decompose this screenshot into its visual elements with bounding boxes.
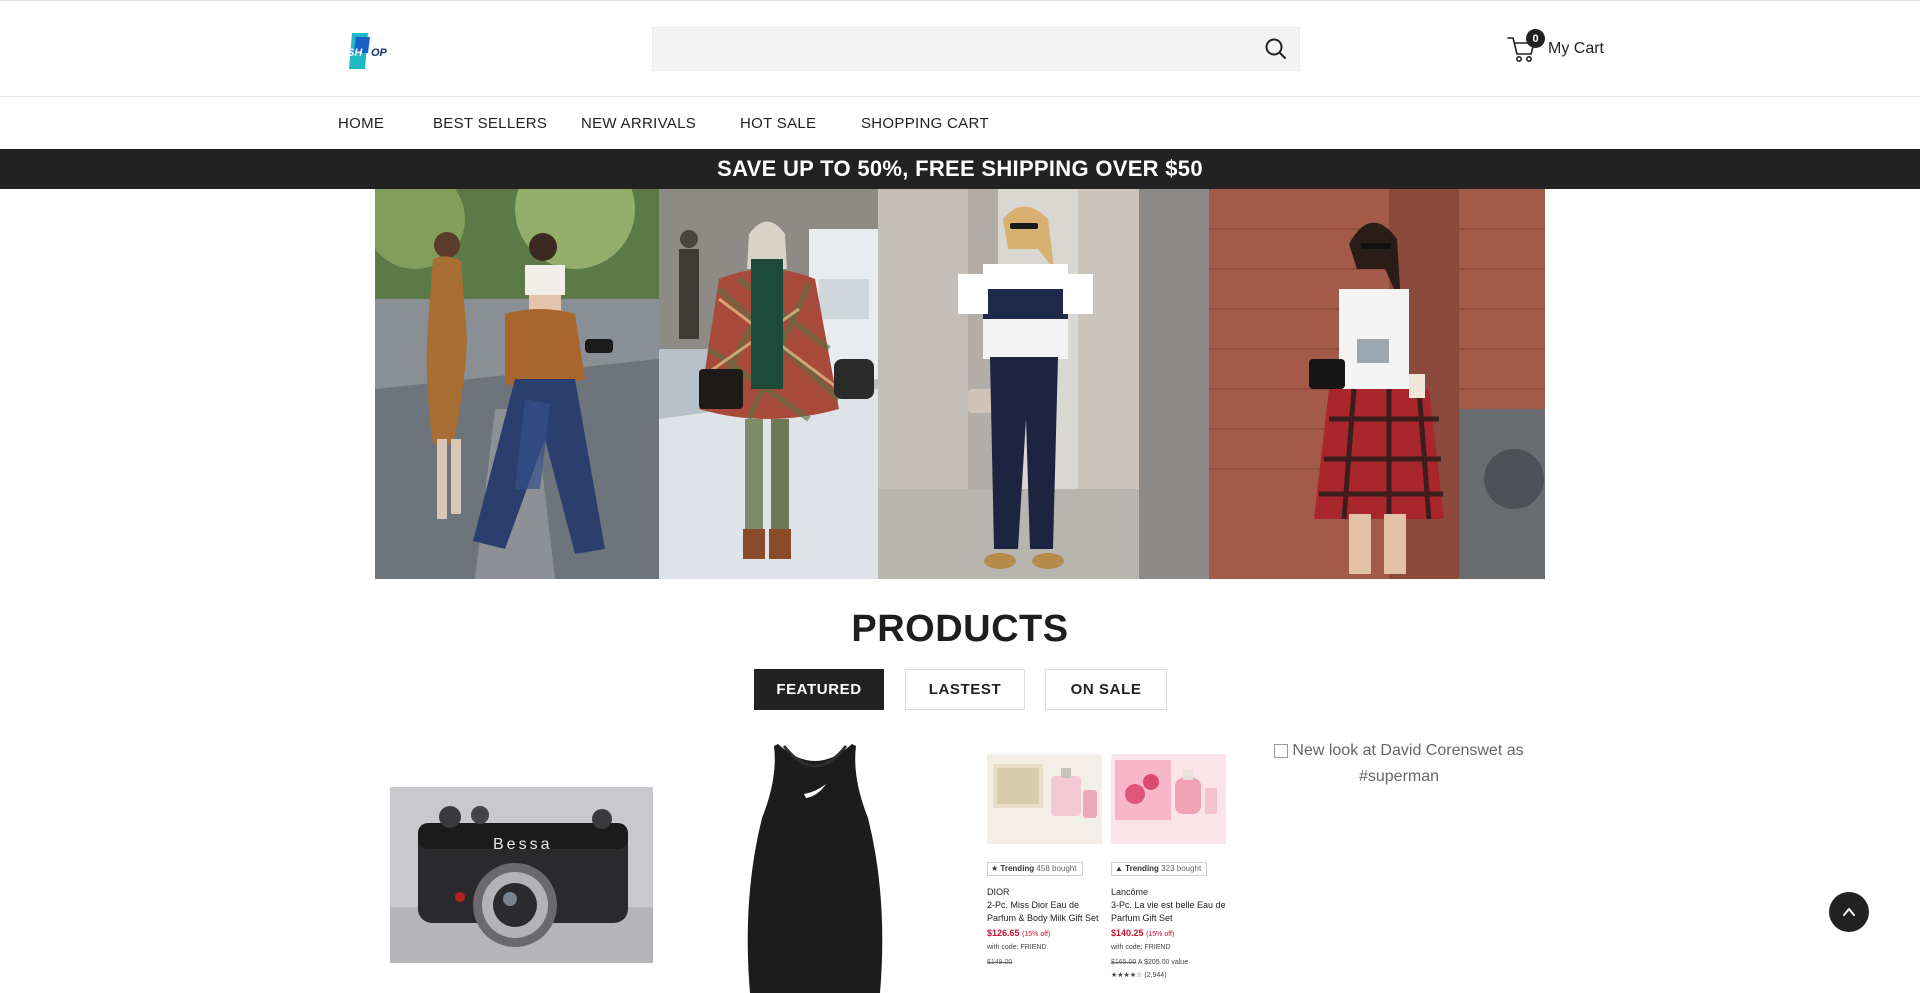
nav-home[interactable]: HOME	[338, 115, 384, 132]
hero-photo-2	[659, 189, 878, 579]
tab-lastest[interactable]: LASTEST	[905, 669, 1025, 710]
product-image-camera: Bessa	[390, 787, 653, 963]
broken-image-icon	[1274, 743, 1289, 758]
product-info-lancome: Lancôme 3-Pc. La vie est belle Eau de Pa…	[1111, 887, 1226, 979]
product-name-lancome[interactable]: 3-Pc. La vie est belle Eau de Parfum Gif…	[1111, 899, 1226, 925]
cart-label: My Cart	[1548, 40, 1604, 57]
broken-image-alt: New look at David Corenswet as #superman	[1268, 738, 1530, 790]
trending-badge-1: ★ Trending 458 bought	[987, 862, 1083, 876]
product-brand-lancome: Lancôme	[1111, 887, 1149, 897]
trending-badge-2: ▲ Trending 323 bought	[1111, 862, 1207, 876]
rating-stars-icon: ★★★★☆	[1111, 972, 1143, 979]
cart-icon: 0	[1506, 29, 1545, 65]
product-image-tank-top	[747, 744, 883, 993]
product-name-dior[interactable]: 2-Pc. Miss Dior Eau de Parfum & Body Mil…	[987, 899, 1102, 925]
site-logo[interactable]: SH OP	[346, 31, 398, 71]
trending-icon: ★	[991, 864, 999, 873]
products-title: PRODUCTS	[851, 608, 1069, 650]
hero-photo-4	[1139, 189, 1545, 579]
promo-banner: SAVE UP TO 50%, FREE SHIPPING OVER $50	[0, 149, 1920, 189]
main-nav: HOME BEST SELLERS NEW ARRIVALS HOT SALE …	[0, 98, 1920, 148]
product-image-lancome-set	[1111, 754, 1226, 844]
search-input[interactable]	[653, 28, 1243, 70]
nav-hot-sale[interactable]: HOT SALE	[740, 115, 816, 132]
product-info-dior: DIOR 2-Pc. Miss Dior Eau de Parfum & Bod…	[987, 886, 1102, 969]
search-icon	[1265, 38, 1286, 59]
tab-on-sale[interactable]: ON SALE	[1045, 669, 1167, 710]
nav-shopping-cart[interactable]: SHOPPING CART	[861, 115, 989, 132]
cart-count-badge: 0	[1526, 29, 1545, 48]
product-price-dior: $126.65	[987, 928, 1020, 938]
back-to-top-button[interactable]	[1829, 892, 1869, 932]
product-card-camera[interactable]: Bessa	[390, 738, 653, 993]
hero-photo-3	[878, 189, 1139, 579]
camera-brand-text: Bessa	[493, 836, 552, 853]
search-bar	[652, 27, 1300, 71]
product-brand-dior: DIOR	[987, 887, 1010, 897]
product-image-dior-set	[987, 754, 1102, 844]
product-card-broken-image[interactable]: New look at David Corenswet as #superman	[1268, 738, 1530, 993]
nav-best-sellers[interactable]: BEST SELLERS	[433, 115, 547, 132]
product-card-tank-top[interactable]	[730, 738, 900, 993]
nav-new-arrivals[interactable]: NEW ARRIVALS	[581, 115, 696, 132]
site-header: SH OP 0 My Cart	[0, 1, 1920, 97]
cart-link[interactable]: 0 My Cart	[1506, 29, 1604, 65]
search-button[interactable]	[1263, 36, 1289, 62]
hero-banner[interactable]	[375, 189, 1545, 579]
product-card-perfume-sets[interactable]: ★ Trending 458 bought DIOR 2-Pc. Miss Di…	[983, 738, 1229, 993]
hero-photo-1	[375, 189, 659, 579]
svg-text:SH: SH	[347, 47, 363, 59]
svg-text:OP: OP	[371, 47, 388, 59]
product-price-lancome: $140.25	[1111, 928, 1144, 938]
chevron-up-icon	[1843, 908, 1855, 916]
trending-up-icon: ▲	[1115, 864, 1123, 873]
tab-featured[interactable]: FEATURED	[754, 669, 884, 710]
